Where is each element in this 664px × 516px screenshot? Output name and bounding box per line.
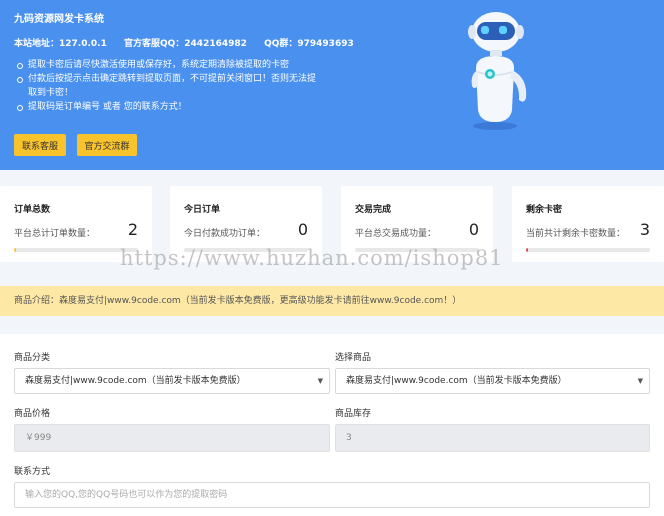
product-intro: 商品介绍：森度易支付|www.9code.com（当前发卡版本免费版，更高级功能… <box>0 286 664 316</box>
price-field: ￥999 <box>14 424 330 452</box>
official-group-button[interactable]: 官方交流群 <box>77 134 137 156</box>
qq-group: QQ群：979493693 <box>264 39 354 49</box>
price-value: ￥999 <box>25 433 52 443</box>
stat-card-remaining-cards: 剩余卡密 当前共计剩余卡密数量： 3 <box>512 186 664 262</box>
contact-label: 联系方式 <box>14 467 51 477</box>
stat-value: 2 <box>127 220 138 239</box>
stock-field: 3 <box>335 424 650 452</box>
stat-desc: 当前共计剩余卡密数量： <box>526 229 626 239</box>
header-banner: 九码资源网发卡系统 本站地址：127.0.0.1 官方客服QQ：24421649… <box>0 0 664 170</box>
stat-desc: 平台总计订单数量： <box>14 229 96 239</box>
price-label: 商品价格 <box>14 409 51 419</box>
product-select-value: 森度易支付|www.9code.com（当前发卡版本免费版） <box>346 376 567 386</box>
watermark-text: https://www.huzhan.com/ishop81 <box>120 246 504 270</box>
category-select[interactable]: 森度易支付|www.9code.com（当前发卡版本免费版） ▼ <box>14 368 330 394</box>
dropdown-arrow-icon: ▼ <box>317 377 323 385</box>
notice-item: 提取码是订单编号 或者 您的联系方式！ <box>14 100 324 114</box>
category-label: 商品分类 <box>14 353 51 363</box>
contact-service-button[interactable]: 联系客服 <box>14 134 66 156</box>
category-select-value: 森度易支付|www.9code.com（当前发卡版本免费版） <box>25 376 246 386</box>
stat-value: 0 <box>468 220 479 239</box>
stat-value: 0 <box>297 220 308 239</box>
stock-label: 商品库存 <box>335 409 372 419</box>
stat-desc: 今日付款成功订单： <box>184 229 266 239</box>
product-label: 选择商品 <box>335 353 372 363</box>
product-select[interactable]: 森度易支付|www.9code.com（当前发卡版本免费版） ▼ <box>335 368 650 394</box>
site-info: 本站地址：127.0.0.1 官方客服QQ：2442164982 QQ群：979… <box>14 36 368 49</box>
stat-title: 今日订单 <box>184 205 221 215</box>
order-form: 商品分类 森度易支付|www.9code.com（当前发卡版本免费版） ▼ 选择… <box>0 334 664 516</box>
stat-title: 剩余卡密 <box>526 205 563 215</box>
site-title: 九码资源网发卡系统 <box>14 14 104 25</box>
qq-service: 官方客服QQ：2442164982 <box>123 39 247 49</box>
stat-value: 3 <box>639 220 650 239</box>
stat-progress <box>526 248 650 252</box>
stat-progress-fill <box>14 248 17 252</box>
dropdown-arrow-icon: ▼ <box>637 377 643 385</box>
contact-input[interactable] <box>14 482 650 508</box>
robot-illustration <box>468 12 527 130</box>
stat-title: 订单总数 <box>14 205 51 215</box>
stat-progress-fill <box>526 248 529 252</box>
stat-desc: 平台总交易成功量： <box>355 229 437 239</box>
site-address: 本站地址：127.0.0.1 <box>14 39 107 49</box>
stat-title: 交易完成 <box>355 205 392 215</box>
stock-value: 3 <box>346 433 352 443</box>
notice-list: 提取卡密后请尽快激活使用或保存好，系统定期清除被提取的卡密 付款后按提示点击确定… <box>14 58 324 114</box>
notice-item: 付款后按提示点击确定跳转到提取页面，不可提前关闭窗口！否则无法提取到卡密！ <box>14 72 324 100</box>
notice-item: 提取卡密后请尽快激活使用或保存好，系统定期清除被提取的卡密 <box>14 58 324 72</box>
